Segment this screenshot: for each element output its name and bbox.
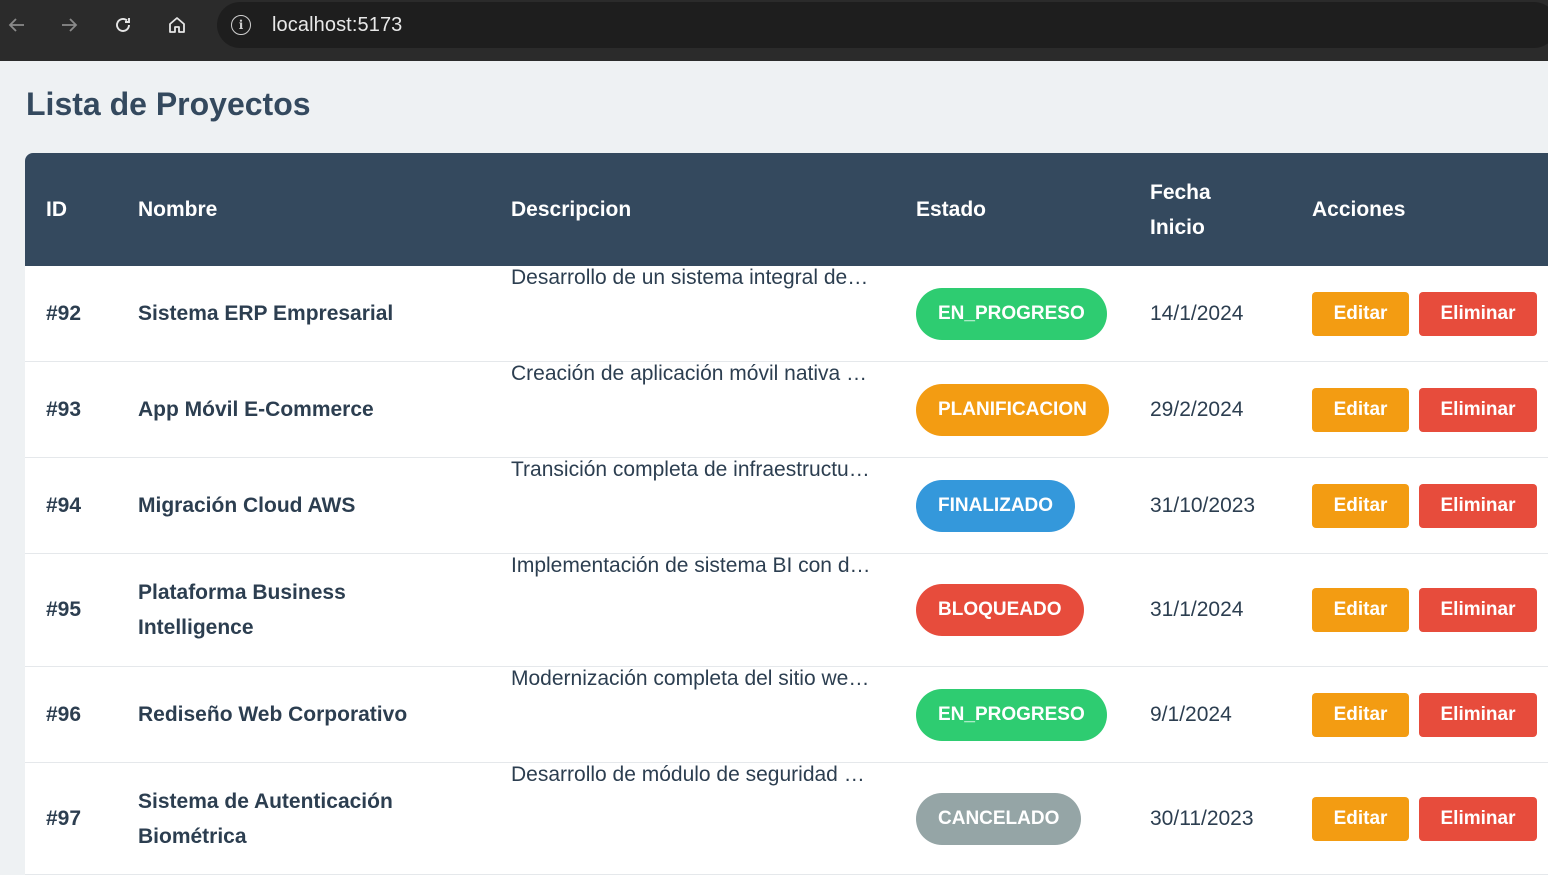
project-name: Sistema ERP Empresarial bbox=[138, 302, 394, 325]
header-acciones: Acciones bbox=[1312, 198, 1406, 221]
project-id: #93 bbox=[46, 397, 82, 421]
project-status: EN_PROGRESO bbox=[916, 667, 1107, 762]
project-description: Modernización completa del sitio web cor… bbox=[511, 667, 873, 690]
project-id: #95 bbox=[46, 598, 82, 621]
edit-button[interactable]: Editar bbox=[1312, 483, 1409, 528]
header-fecha-line2: Inicio bbox=[1150, 215, 1205, 239]
project-actions: Editar Eliminar bbox=[1312, 554, 1537, 666]
back-icon[interactable] bbox=[2, 10, 32, 40]
header-estado: Estado bbox=[916, 198, 987, 221]
table-header: ID Nombre Descripcion Estado Fecha Inici… bbox=[25, 153, 1548, 266]
status-badge: PLANIFICACION bbox=[916, 383, 1109, 436]
edit-button[interactable]: Editar bbox=[1312, 796, 1409, 841]
project-status: FINALIZADO bbox=[916, 458, 1076, 553]
home-icon[interactable] bbox=[162, 10, 192, 40]
project-status: PLANIFICACION bbox=[916, 362, 1109, 457]
status-badge: EN_PROGRESO bbox=[916, 287, 1107, 340]
project-actions: Editar Eliminar bbox=[1312, 458, 1537, 553]
edit-button[interactable]: Editar bbox=[1312, 588, 1409, 632]
project-start-date: 30/11/2023 bbox=[1150, 806, 1254, 830]
project-description: Implementación de sistema BI con dashboa… bbox=[511, 554, 873, 577]
table-row: #95 Plataforma Business Intelligence Imp… bbox=[25, 554, 1548, 667]
table-row: #97 Sistema de Autenticación Biométrica … bbox=[25, 763, 1548, 875]
delete-button[interactable]: Eliminar bbox=[1419, 692, 1537, 737]
project-name: Sistema de Autenticación Biométrica bbox=[138, 789, 393, 848]
edit-button[interactable]: Editar bbox=[1312, 291, 1409, 336]
project-description: Desarrollo de un sistema integral de ges… bbox=[511, 266, 873, 289]
project-actions: Editar Eliminar bbox=[1312, 362, 1537, 457]
header-id: ID bbox=[46, 198, 67, 221]
table-row: #92 Sistema ERP Empresarial Desarrollo d… bbox=[25, 266, 1548, 362]
delete-button[interactable]: Eliminar bbox=[1419, 387, 1537, 432]
project-name: App Móvil E-Commerce bbox=[138, 398, 374, 421]
address-bar[interactable]: i localhost:5173 bbox=[217, 2, 1548, 48]
status-badge: EN_PROGRESO bbox=[916, 688, 1107, 741]
edit-button[interactable]: Editar bbox=[1312, 692, 1409, 737]
project-name: Rediseño Web Corporativo bbox=[138, 703, 408, 726]
project-start-date: 29/2/2024 bbox=[1150, 397, 1244, 421]
browser-toolbar: i localhost:5173 bbox=[0, 0, 1548, 61]
table-row: #94 Migración Cloud AWS Transición compl… bbox=[25, 458, 1548, 554]
table-row: #93 App Móvil E-Commerce Creación de apl… bbox=[25, 362, 1548, 458]
project-actions: Editar Eliminar bbox=[1312, 667, 1537, 762]
delete-button[interactable]: Eliminar bbox=[1419, 483, 1537, 528]
project-status: BLOQUEADO bbox=[916, 554, 1084, 666]
table-row: #96 Rediseño Web Corporativo Modernizaci… bbox=[25, 667, 1548, 763]
delete-button[interactable]: Eliminar bbox=[1419, 291, 1537, 336]
header-fecha-line1: Fecha bbox=[1150, 180, 1211, 204]
project-start-date: 14/1/2024 bbox=[1150, 301, 1244, 325]
status-badge: FINALIZADO bbox=[916, 479, 1076, 532]
project-description: Creación de aplicación móvil nativa para… bbox=[511, 362, 873, 385]
forward-icon[interactable] bbox=[54, 10, 84, 40]
page-title: Lista de Proyectos bbox=[26, 86, 311, 122]
edit-button[interactable]: Editar bbox=[1312, 387, 1409, 432]
project-actions: Editar Eliminar bbox=[1312, 266, 1537, 361]
header-nombre: Nombre bbox=[138, 198, 218, 221]
project-actions: Editar Eliminar bbox=[1312, 763, 1537, 874]
project-start-date: 9/1/2024 bbox=[1150, 702, 1232, 726]
project-description: Desarrollo de módulo de seguridad biomét… bbox=[511, 763, 873, 786]
project-status: CANCELADO bbox=[916, 763, 1082, 874]
site-info-icon[interactable]: i bbox=[231, 15, 251, 35]
project-status: EN_PROGRESO bbox=[916, 266, 1107, 361]
project-name: Plataforma Business Intelligence bbox=[138, 581, 346, 639]
projects-table: ID Nombre Descripcion Estado Fecha Inici… bbox=[25, 153, 1548, 875]
delete-button[interactable]: Eliminar bbox=[1419, 588, 1537, 632]
project-start-date: 31/1/2024 bbox=[1150, 598, 1244, 621]
status-badge: CANCELADO bbox=[916, 792, 1082, 845]
project-id: #97 bbox=[46, 806, 82, 830]
project-start-date: 31/10/2023 bbox=[1150, 493, 1256, 517]
project-id: #96 bbox=[46, 702, 82, 726]
project-name: Migración Cloud AWS bbox=[138, 494, 356, 517]
project-id: #94 bbox=[46, 493, 82, 517]
delete-button[interactable]: Eliminar bbox=[1419, 796, 1537, 841]
project-id: #92 bbox=[46, 301, 82, 325]
reload-icon[interactable] bbox=[108, 10, 138, 40]
project-description: Transición completa de infraestructura a… bbox=[511, 458, 873, 481]
status-badge: BLOQUEADO bbox=[916, 584, 1084, 636]
header-descripcion: Descripcion bbox=[511, 198, 632, 221]
url-text: localhost:5173 bbox=[272, 14, 403, 36]
header-fecha-inicio: Fecha Inicio bbox=[1150, 153, 1211, 266]
